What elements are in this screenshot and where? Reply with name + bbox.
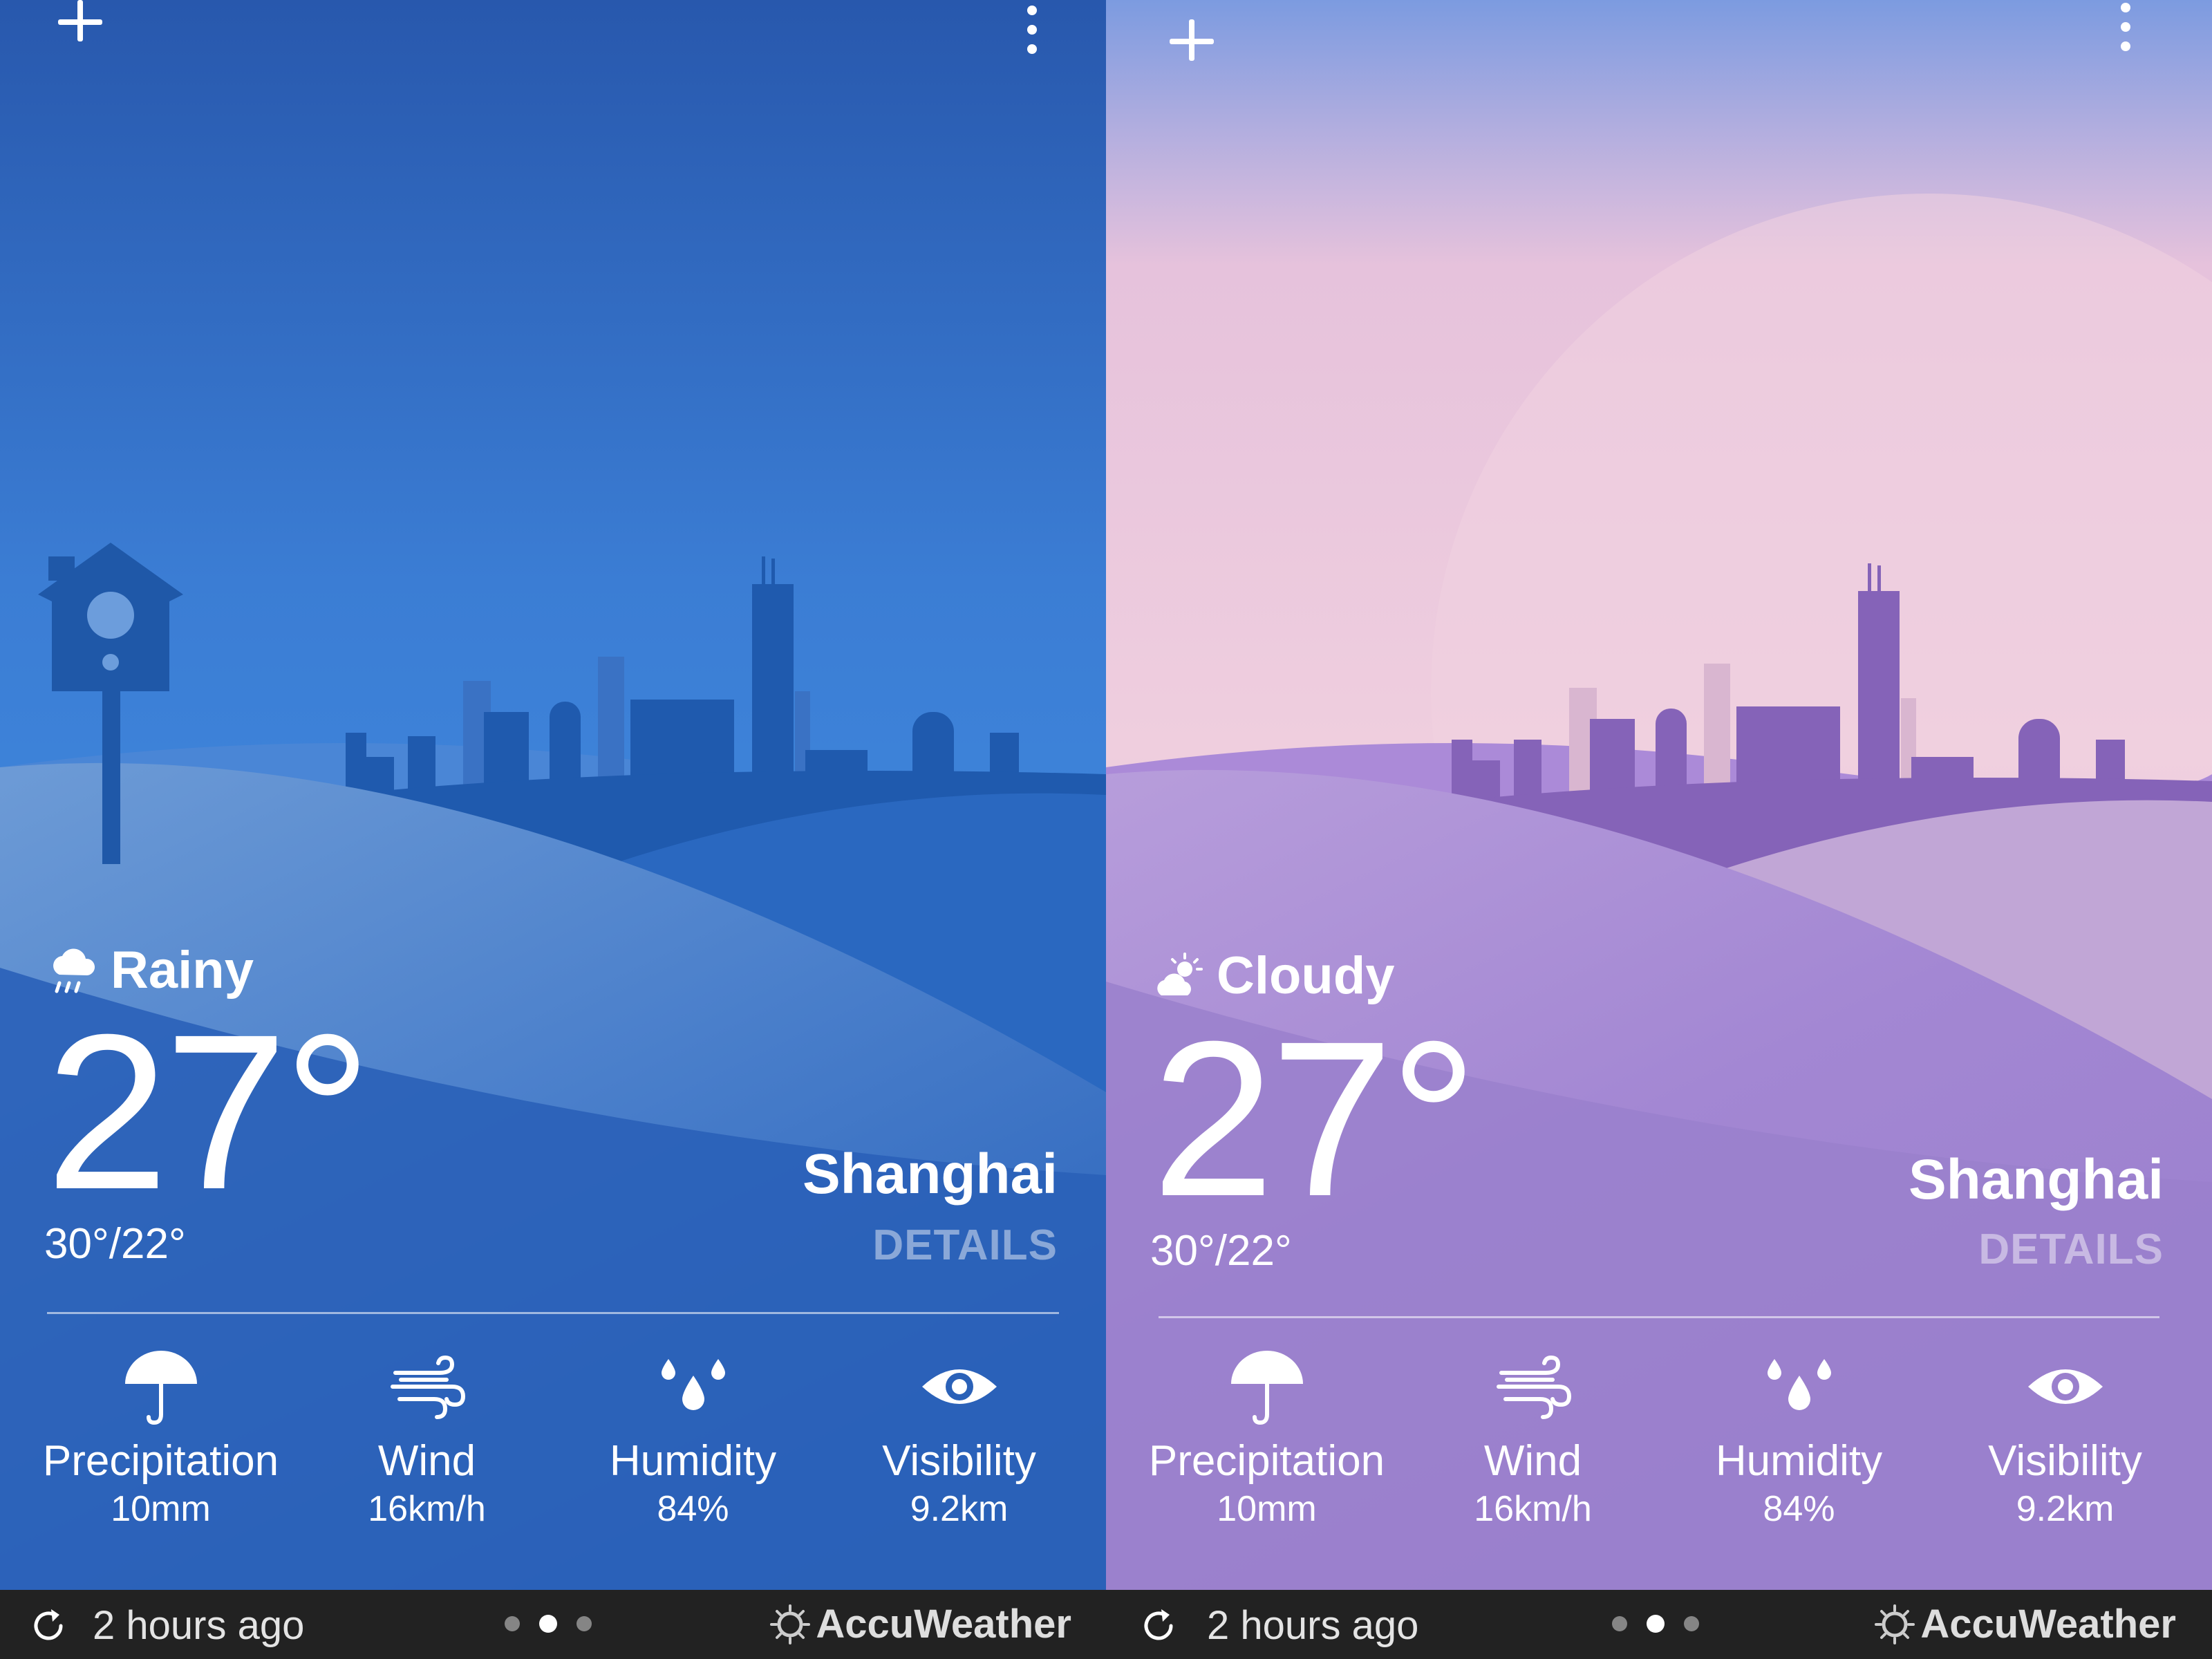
high-low-temperature: 30°/22° — [44, 1220, 186, 1268]
wind-icon — [1496, 1355, 1571, 1419]
current-temperature: 27° — [1152, 995, 1478, 1242]
umbrella-icon — [124, 1351, 197, 1425]
page-dot[interactable] — [577, 1616, 592, 1631]
footer-bar: 2 hours ago AccuWeather — [1106, 1590, 2212, 1659]
brand-name: AccuWeather — [1920, 1602, 2176, 1647]
eye-icon — [921, 1369, 997, 1404]
eye-icon — [2027, 1369, 2103, 1404]
accuweather-brand[interactable]: AccuWeather — [770, 1601, 1071, 1647]
metric-value: 84% — [657, 1489, 729, 1529]
details-link[interactable]: DETAILS — [1978, 1225, 2164, 1274]
page-dot[interactable] — [505, 1616, 520, 1631]
wind-icon — [390, 1355, 465, 1419]
humidity-drops-icon — [661, 1359, 725, 1410]
metric-precipitation: Precipitation 10mm — [28, 1334, 294, 1530]
weather-screen-cloudy: Cloudy 27° 30°/22° Shanghai DETAILS Prec… — [1106, 0, 2212, 1659]
more-options-button[interactable] — [1023, 6, 1040, 58]
add-location-button[interactable] — [55, 0, 105, 50]
details-link[interactable]: DETAILS — [872, 1221, 1058, 1270]
city-name: Shanghai — [802, 1143, 1058, 1206]
metric-humidity: Humidity 84% — [560, 1334, 826, 1530]
metric-wind: Wind 16km/h — [294, 1334, 560, 1530]
metric-value: 9.2km — [2016, 1489, 2115, 1529]
page-indicator — [1612, 1615, 1699, 1633]
metric-label: Precipitation — [42, 1437, 279, 1485]
high-low-temperature: 30°/22° — [1150, 1227, 1292, 1275]
metric-value: 16km/h — [368, 1489, 486, 1529]
metric-value: 10mm — [111, 1489, 211, 1529]
accuweather-brand[interactable]: AccuWeather — [1875, 1601, 2176, 1647]
metric-visibility: Visibility 9.2km — [826, 1334, 1092, 1530]
accuweather-sun-icon — [770, 1604, 811, 1644]
refresh-icon[interactable] — [28, 1605, 69, 1647]
metric-label: Wind — [377, 1437, 476, 1485]
metrics-row: Precipitation 10mm Wind 16km/h Humidity … — [28, 1334, 1092, 1530]
page-dot[interactable] — [1684, 1616, 1699, 1631]
humidity-drops-icon — [1767, 1359, 1831, 1410]
metric-label: Visibility — [1988, 1437, 2142, 1485]
page-indicator — [505, 1615, 592, 1633]
metric-label: Humidity — [1715, 1437, 1883, 1485]
metric-value: 84% — [1763, 1489, 1835, 1529]
metric-precipitation: Precipitation 10mm — [1134, 1334, 1400, 1530]
metric-label: Precipitation — [1148, 1437, 1385, 1485]
brand-name: AccuWeather — [816, 1602, 1071, 1647]
more-options-button[interactable] — [2117, 3, 2133, 55]
metric-label: Humidity — [609, 1437, 777, 1485]
page-dot-active[interactable] — [1647, 1615, 1665, 1633]
weather-screen-rainy: Rainy 27° 30°/22° Shanghai DETAILS Preci… — [0, 0, 1106, 1659]
metric-label: Visibility — [882, 1437, 1036, 1485]
metric-value: 16km/h — [1474, 1489, 1592, 1529]
divider — [1159, 1316, 2159, 1318]
metric-humidity: Humidity 84% — [1666, 1334, 1932, 1530]
footer-bar: 2 hours ago AccuWeather — [0, 1590, 1106, 1659]
current-temperature: 27° — [46, 988, 372, 1235]
umbrella-icon — [1230, 1351, 1303, 1425]
last-updated: 2 hours ago — [93, 1603, 305, 1648]
metric-label: Wind — [1483, 1437, 1582, 1485]
refresh-icon[interactable] — [1138, 1605, 1179, 1647]
metric-visibility: Visibility 9.2km — [1932, 1334, 2198, 1530]
metric-value: 10mm — [1217, 1489, 1317, 1529]
metric-value: 9.2km — [910, 1489, 1009, 1529]
accuweather-sun-icon — [1875, 1604, 1915, 1644]
city-name: Shanghai — [1908, 1148, 2164, 1211]
metrics-row: Precipitation 10mm Wind 16km/h Humidity … — [1134, 1334, 2198, 1530]
page-dot[interactable] — [1612, 1616, 1627, 1631]
metric-wind: Wind 16km/h — [1400, 1334, 1666, 1530]
last-updated: 2 hours ago — [1207, 1603, 1419, 1648]
divider — [47, 1312, 1059, 1314]
page-dot-active[interactable] — [539, 1615, 557, 1633]
add-location-button[interactable] — [1167, 14, 1217, 64]
